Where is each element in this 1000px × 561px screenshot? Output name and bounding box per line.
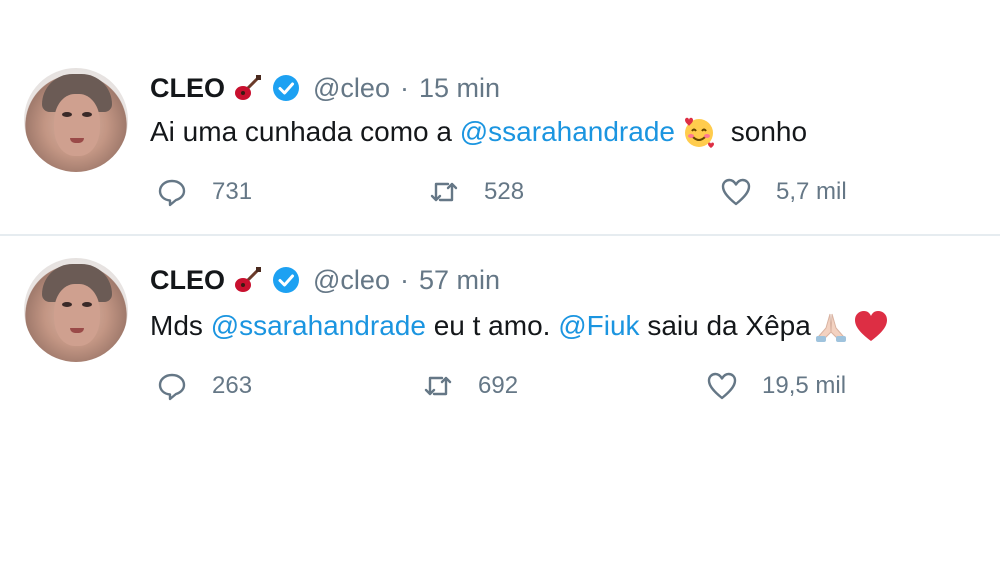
reply-count: 263 (212, 372, 253, 399)
author-name[interactable]: CLEO (150, 265, 225, 296)
like-button[interactable]: 19,5 mil (706, 370, 846, 402)
mention-link[interactable]: @ssarahandrade (211, 310, 426, 342)
retweet-button[interactable]: 528 (428, 176, 524, 208)
tweet-text-part: Mds (150, 310, 211, 341)
guitar-icon (235, 75, 262, 100)
folded-hands-emoji (815, 313, 846, 342)
reply-count: 731 (212, 178, 253, 205)
tweet-text: Ai uma cunhada como a @ssarahandrade son… (150, 114, 807, 150)
tweet-header: CLEO @cleo · 15 min (150, 68, 500, 108)
separator-dot: · (399, 72, 409, 103)
mention-link[interactable]: @ssarahandrade (460, 116, 675, 148)
tweet-divider (0, 234, 1000, 236)
tweet-actions: 731 528 5,7 mil (150, 176, 910, 212)
tweet-text-part: Ai uma cunhada como a (150, 116, 460, 147)
like-count: 19,5 mil (762, 372, 847, 399)
smiling-face-with-hearts-emoji (684, 117, 714, 148)
verified-badge-icon (273, 267, 300, 293)
reply-icon (158, 179, 186, 207)
retweet-count: 528 (484, 178, 525, 205)
tweet-text: Mds @ssarahandrade eu t amo. @Fiuk saiu … (150, 308, 889, 344)
tweet-time[interactable]: 57 min (419, 265, 500, 296)
reply-icon (158, 373, 186, 401)
like-count: 5,7 mil (776, 178, 847, 205)
retweet-icon (430, 182, 458, 202)
retweet-icon (424, 376, 452, 396)
guitar-icon (235, 267, 262, 292)
heart-icon (721, 178, 751, 206)
author-handle[interactable]: @cleo (313, 265, 390, 296)
tweet-actions: 263 692 19,5 mil (150, 370, 910, 406)
retweet-button[interactable]: 692 (422, 370, 518, 402)
tweet-text-part: saiu da Xêpa (639, 310, 811, 341)
red-heart-emoji (854, 311, 887, 341)
tweet-time[interactable]: 15 min (419, 73, 500, 104)
tweet[interactable]: CLEO @cleo · 57 min Mds @ssarahandrade e… (0, 240, 1000, 410)
avatar[interactable] (24, 258, 128, 362)
verified-badge-icon (273, 75, 300, 101)
reply-button[interactable]: 731 (156, 176, 252, 208)
author-name[interactable]: CLEO (150, 73, 225, 104)
separator-dot: · (399, 264, 409, 295)
avatar[interactable] (24, 68, 128, 172)
mention-link[interactable]: @Fiuk (558, 310, 639, 342)
tweet[interactable]: CLEO @cleo · 15 min Ai uma cunhada como … (0, 38, 1000, 234)
like-button[interactable]: 5,7 mil (720, 176, 847, 208)
tweet-text-part: eu t amo. (425, 310, 559, 341)
reply-button[interactable]: 263 (156, 370, 252, 402)
retweet-count: 692 (478, 372, 519, 399)
author-handle[interactable]: @cleo (313, 73, 390, 104)
heart-icon (707, 372, 737, 400)
tweet-text-part: sonho (722, 116, 808, 147)
tweet-header: CLEO @cleo · 57 min (150, 260, 500, 300)
